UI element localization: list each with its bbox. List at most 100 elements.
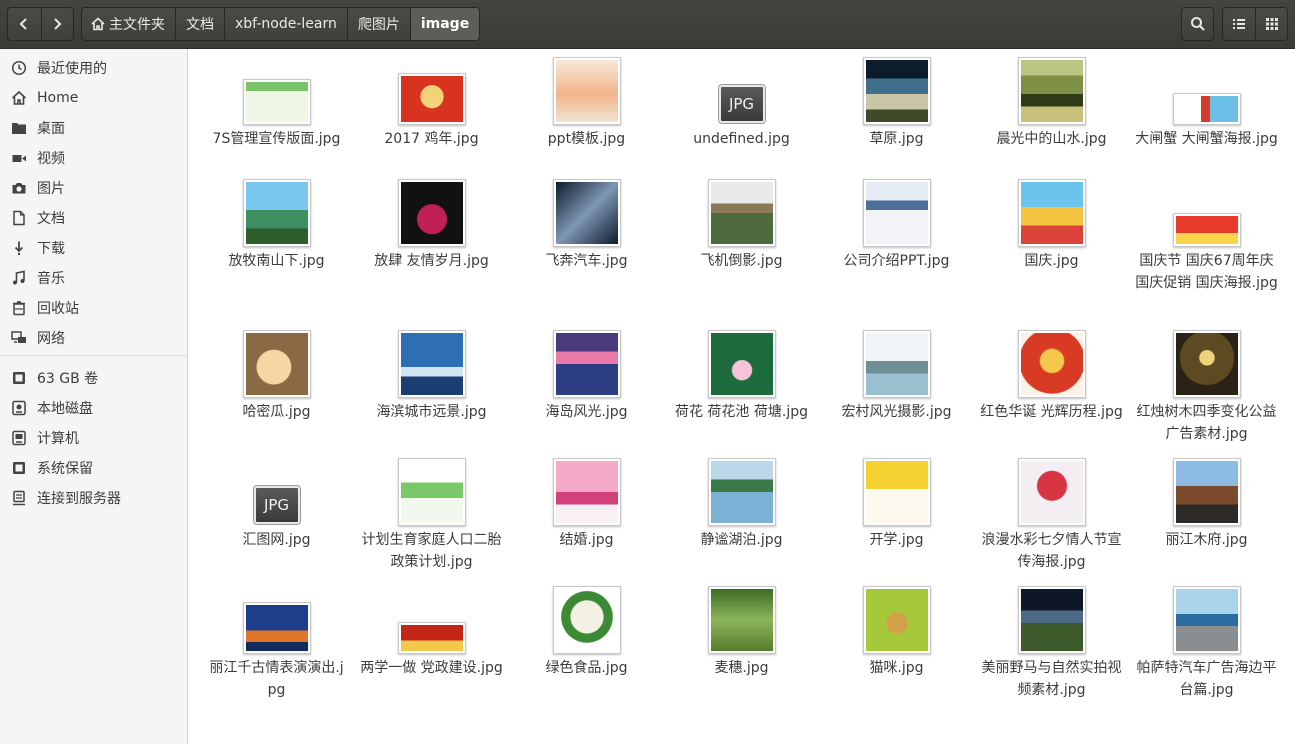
breadcrumb-xbf-node-learn[interactable]: xbf-node-learn	[225, 8, 348, 40]
file-item[interactable]: 晨光中的山水.jpg	[974, 55, 1129, 150]
file-item[interactable]: 7S管理宣传版面.jpg	[199, 55, 354, 150]
file-item[interactable]: 静谧湖泊.jpg	[664, 456, 819, 551]
file-item[interactable]: 帕萨特汽车广告海边平台篇.jpg	[1129, 584, 1284, 701]
grid-view-button[interactable]	[1255, 8, 1287, 40]
sidebar-item-music[interactable]: 音乐	[0, 263, 187, 293]
sidebar-item-label: 音乐	[37, 271, 65, 287]
sidebar-item-connect-server[interactable]: 连接到服务器	[0, 483, 187, 513]
file-name: 开学.jpg	[869, 532, 924, 548]
file-item[interactable]: 丽江千古情表演演出.jpg	[199, 584, 354, 701]
sidebar-item-desktop[interactable]: 桌面	[0, 113, 187, 143]
sidebar-item-downloads[interactable]: 下载	[0, 233, 187, 263]
file-item[interactable]: JPG undefined.jpg	[664, 55, 819, 150]
file-item[interactable]: 2017 鸡年.jpg	[354, 55, 509, 150]
search-button[interactable]	[1181, 7, 1214, 41]
image-thumbnail	[397, 622, 466, 654]
sidebar-item-home[interactable]: Home	[0, 83, 187, 113]
file-item[interactable]: 开学.jpg	[819, 456, 974, 551]
file-thumbnail-area	[819, 328, 974, 400]
file-item[interactable]: 国庆.jpg	[974, 177, 1129, 272]
drive-icon	[10, 459, 28, 477]
file-item[interactable]: 草原.jpg	[819, 55, 974, 150]
file-item[interactable]: 放牧南山下.jpg	[199, 177, 354, 272]
sidebar-item-computer[interactable]: 计算机	[0, 423, 187, 453]
breadcrumb-home[interactable]: 主文件夹	[82, 8, 176, 40]
file-item[interactable]: 宏村风光摄影.jpg	[819, 328, 974, 423]
image-thumbnail	[552, 57, 621, 125]
sidebar-item-videos[interactable]: 视频	[0, 143, 187, 173]
file-item[interactable]: 大闸蟹 大闸蟹海报.jpg	[1129, 55, 1284, 150]
sidebar-item-system-reserved[interactable]: 系统保留	[0, 453, 187, 483]
image-thumbnail	[707, 586, 776, 654]
file-thumbnail-area	[1129, 456, 1284, 528]
trash-icon	[10, 299, 28, 317]
file-thumbnail-area	[664, 584, 819, 656]
thumbnail-picture	[400, 182, 463, 244]
thumbnail-picture	[1020, 60, 1083, 122]
file-item[interactable]: 两学一做 党政建设.jpg	[354, 584, 509, 679]
thumbnail-picture	[1175, 96, 1238, 122]
file-thumbnail-area	[819, 55, 974, 127]
file-name: 国庆节 国庆67周年庆 国庆促销 国庆海报.jpg	[1135, 253, 1278, 291]
sidebar-item-local-disk[interactable]: 本地磁盘	[0, 393, 187, 423]
file-item[interactable]: 美丽野马与自然实拍视频素材.jpg	[974, 584, 1129, 701]
file-name: 计划生育家庭人口二胎政策计划.jpg	[361, 532, 502, 570]
file-item[interactable]: ppt模板.jpg	[509, 55, 664, 150]
file-item[interactable]: 结婚.jpg	[509, 456, 664, 551]
file-thumbnail-area	[354, 584, 509, 656]
file-item[interactable]: 丽江木府.jpg	[1129, 456, 1284, 551]
thumbnail-picture	[245, 82, 308, 122]
breadcrumb-documents[interactable]: 文档	[176, 8, 225, 40]
sidebar-item-volume-63gb[interactable]: 63 GB 卷	[0, 363, 187, 393]
forward-button[interactable]	[40, 8, 74, 40]
file-item[interactable]: 哈密瓜.jpg	[199, 328, 354, 423]
file-item[interactable]: 荷花 荷花池 荷塘.jpg	[664, 328, 819, 423]
image-thumbnail	[397, 458, 466, 526]
file-item[interactable]: 海滨城市远景.jpg	[354, 328, 509, 423]
file-item[interactable]: 海岛风光.jpg	[509, 328, 664, 423]
file-thumbnail-area	[974, 584, 1129, 656]
sidebar-item-recent[interactable]: 最近使用的	[0, 53, 187, 83]
thumbnail-picture	[1020, 182, 1083, 244]
navigation-buttons	[7, 7, 74, 41]
file-name: 大闸蟹 大闸蟹海报.jpg	[1135, 131, 1278, 147]
sidebar-item-documents[interactable]: 文档	[0, 203, 187, 233]
file-thumbnail-area	[199, 328, 354, 400]
thumbnail-picture	[710, 589, 773, 651]
image-thumbnail	[862, 586, 931, 654]
image-thumbnail	[242, 602, 311, 654]
file-thumbnail-area	[199, 177, 354, 249]
image-thumbnail	[552, 179, 621, 247]
file-item[interactable]: 绿色食品.jpg	[509, 584, 664, 679]
thumbnail-picture	[400, 333, 463, 395]
file-item[interactable]: 公司介绍PPT.jpg	[819, 177, 974, 272]
file-item[interactable]: 红色华诞 光辉历程.jpg	[974, 328, 1129, 423]
home-icon	[91, 17, 105, 31]
file-item[interactable]: 放肆 友情岁月.jpg	[354, 177, 509, 272]
sidebar-item-pictures[interactable]: 图片	[0, 173, 187, 203]
file-item[interactable]: 猫咪.jpg	[819, 584, 974, 679]
back-button[interactable]	[8, 8, 41, 40]
thumbnail-picture	[1020, 461, 1083, 523]
sidebar-item-trash[interactable]: 回收站	[0, 293, 187, 323]
file-name: 宏村风光摄影.jpg	[841, 404, 952, 420]
file-item[interactable]: 麦穗.jpg	[664, 584, 819, 679]
file-item[interactable]: 国庆节 国庆67周年庆 国庆促销 国庆海报.jpg	[1129, 177, 1284, 294]
sidebar-item-network[interactable]: 网络	[0, 323, 187, 353]
file-name: 丽江千古情表演演出.jpg	[209, 660, 344, 698]
list-view-button[interactable]	[1223, 8, 1255, 40]
breadcrumb-image[interactable]: image	[410, 8, 480, 40]
image-thumbnail	[862, 458, 931, 526]
file-item[interactable]: 飞机倒影.jpg	[664, 177, 819, 272]
file-thumbnail-area	[354, 328, 509, 400]
file-item[interactable]: 计划生育家庭人口二胎政策计划.jpg	[354, 456, 509, 573]
file-item[interactable]: JPG 汇图网.jpg	[199, 456, 354, 551]
thumbnail-picture	[245, 333, 308, 395]
file-item[interactable]: 浪漫水彩七夕情人节宣传海报.jpg	[974, 456, 1129, 573]
file-item[interactable]: 飞奔汽车.jpg	[509, 177, 664, 272]
thumbnail-picture	[1175, 461, 1238, 523]
file-item[interactable]: 红烛树木四季变化公益广告素材.jpg	[1129, 328, 1284, 445]
file-name: 草原.jpg	[869, 131, 924, 147]
thumbnail-picture	[555, 589, 618, 651]
breadcrumb-crawl-images[interactable]: 爬图片	[348, 8, 411, 40]
